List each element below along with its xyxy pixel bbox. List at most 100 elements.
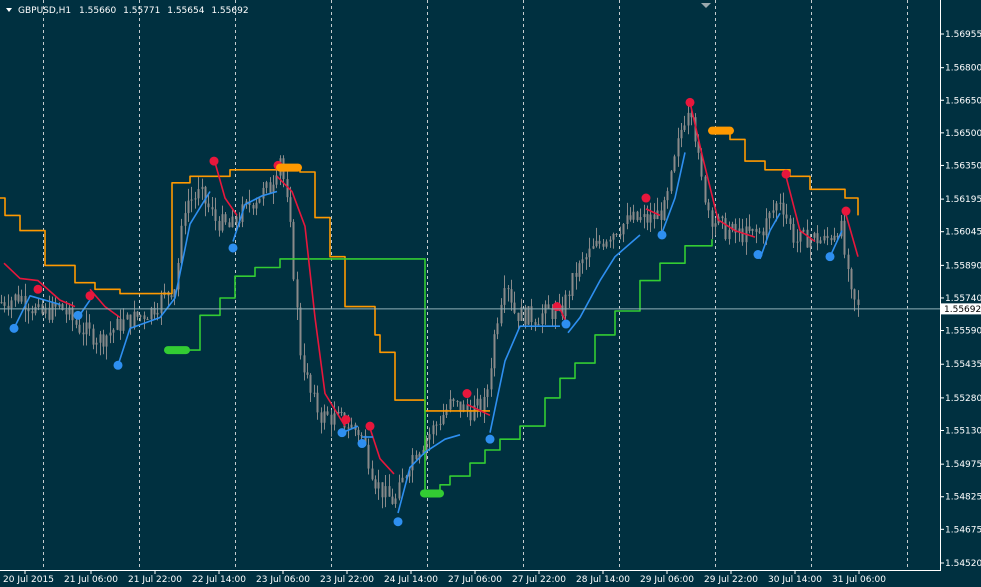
- candle-body: [714, 223, 717, 227]
- candle-body: [75, 320, 78, 325]
- candle-body: [160, 295, 163, 313]
- candle-body: [146, 318, 149, 320]
- candle-body: [201, 186, 204, 190]
- candle-body: [847, 254, 850, 270]
- candle-body: [541, 313, 544, 325]
- candle-body: [789, 218, 792, 225]
- svg-text:GBPUSD,H1 1.55660: GBPUSD,H1 1.55660 1.55771 1.55654 1.5569…: [18, 6, 249, 16]
- candle-body: [289, 197, 292, 222]
- rising-signal-dot: [9, 323, 19, 333]
- candle-body: [109, 332, 112, 336]
- candle-body: [347, 427, 350, 429]
- candle-body: [449, 399, 452, 410]
- candle-body: [99, 334, 102, 343]
- candle-body: [48, 307, 51, 320]
- candle-body: [122, 319, 125, 331]
- candle-body: [340, 411, 343, 413]
- candlestick-chart[interactable]: 20 Jul 2015 21 Jul 06:00 21 Jul 22:00 22 Ju…: [0, 0, 981, 587]
- candle-body: [323, 411, 326, 423]
- candle-body: [510, 289, 513, 303]
- candle-body: [14, 294, 17, 301]
- candle-body: [649, 214, 652, 223]
- candle-body: [156, 312, 159, 315]
- chart-window[interactable]: 20 Jul 2015 21 Jul 06:00 21 Jul 22:00 22 Ju…: [0, 0, 981, 587]
- candle-body: [136, 311, 139, 317]
- candle-body: [476, 398, 479, 406]
- candle-body: [748, 226, 751, 231]
- falling-signal-dot: [552, 302, 562, 312]
- candle-body: [833, 235, 836, 241]
- candle-body: [843, 220, 846, 255]
- falling-signal-dot: [85, 291, 95, 301]
- candle-body: [377, 482, 380, 489]
- candle-body: [507, 288, 510, 290]
- candle-body: [306, 372, 309, 375]
- candle-body: [765, 218, 768, 236]
- candle-body: [37, 304, 40, 308]
- candle-body: [768, 212, 771, 219]
- candle-body: [588, 248, 591, 258]
- candle-body: [78, 324, 81, 333]
- candle-body: [51, 302, 54, 320]
- candle-body: [806, 229, 809, 248]
- y-tick-label: 1.56650: [945, 96, 981, 106]
- candle-body: [551, 308, 554, 320]
- candle-body: [442, 415, 445, 424]
- candle-body: [350, 424, 353, 428]
- falling-signal-dot: [685, 97, 695, 107]
- candle-body: [721, 216, 724, 219]
- candle-body: [326, 411, 329, 415]
- x-tick-label: 20 Jul 2015: [3, 575, 54, 585]
- candle-body: [456, 400, 459, 402]
- x-tick-label: 21 Jul 06:00: [64, 575, 118, 585]
- candle-body: [252, 205, 255, 209]
- candle-body: [775, 203, 778, 211]
- falling-signal-dot: [781, 169, 791, 179]
- candle-body: [609, 239, 612, 242]
- candle-body: [190, 199, 193, 201]
- candle-body: [299, 307, 302, 356]
- x-tick-label: 28 Jul 14:00: [576, 575, 630, 585]
- candle-body: [34, 307, 37, 314]
- y-tick-label: 1.56195: [945, 195, 981, 205]
- candle-body: [330, 414, 333, 425]
- candle-body: [119, 318, 122, 331]
- x-tick-label: 23 Jul 22:00: [320, 575, 374, 585]
- x-tick-label: 21 Jul 22:00: [128, 575, 182, 585]
- candle-body: [639, 217, 642, 221]
- candle-body: [490, 368, 493, 390]
- candle-body: [65, 310, 68, 315]
- candle-body: [643, 214, 646, 218]
- candle-body: [779, 202, 782, 204]
- candle-body: [3, 302, 6, 306]
- candle-body: [116, 318, 119, 330]
- candle-body: [602, 243, 605, 247]
- candle-body: [0, 302, 3, 304]
- candle-body: [7, 305, 10, 309]
- close-value: 1.55692: [211, 6, 248, 16]
- y-tick-label: 1.55435: [945, 360, 981, 370]
- y-tick-label: 1.55890: [945, 261, 981, 271]
- candle-body: [751, 228, 754, 231]
- x-tick-label: 30 Jul 14:00: [768, 575, 822, 585]
- candle-body: [360, 435, 363, 437]
- candle-body: [622, 223, 625, 235]
- chart-header[interactable]: GBPUSD,H1 1.55660 1.55771 1.55654 1.5569…: [6, 6, 249, 16]
- candle-body: [401, 477, 404, 483]
- candle-body: [517, 312, 520, 321]
- candle-body: [170, 295, 173, 298]
- candle-body: [680, 129, 683, 139]
- x-tick-label: 29 Jul 06:00: [640, 575, 694, 585]
- candle-body: [452, 399, 455, 401]
- candle-body: [187, 200, 190, 214]
- candle-body: [357, 429, 360, 436]
- falling-signal-dot: [209, 156, 219, 166]
- candle-body: [513, 302, 516, 313]
- candle-body: [632, 211, 635, 220]
- candle-body: [371, 468, 374, 480]
- candle-body: [585, 257, 588, 260]
- candle-body: [755, 228, 758, 232]
- candle-body: [381, 482, 384, 498]
- candle-body: [646, 214, 649, 223]
- candle-body: [836, 235, 839, 237]
